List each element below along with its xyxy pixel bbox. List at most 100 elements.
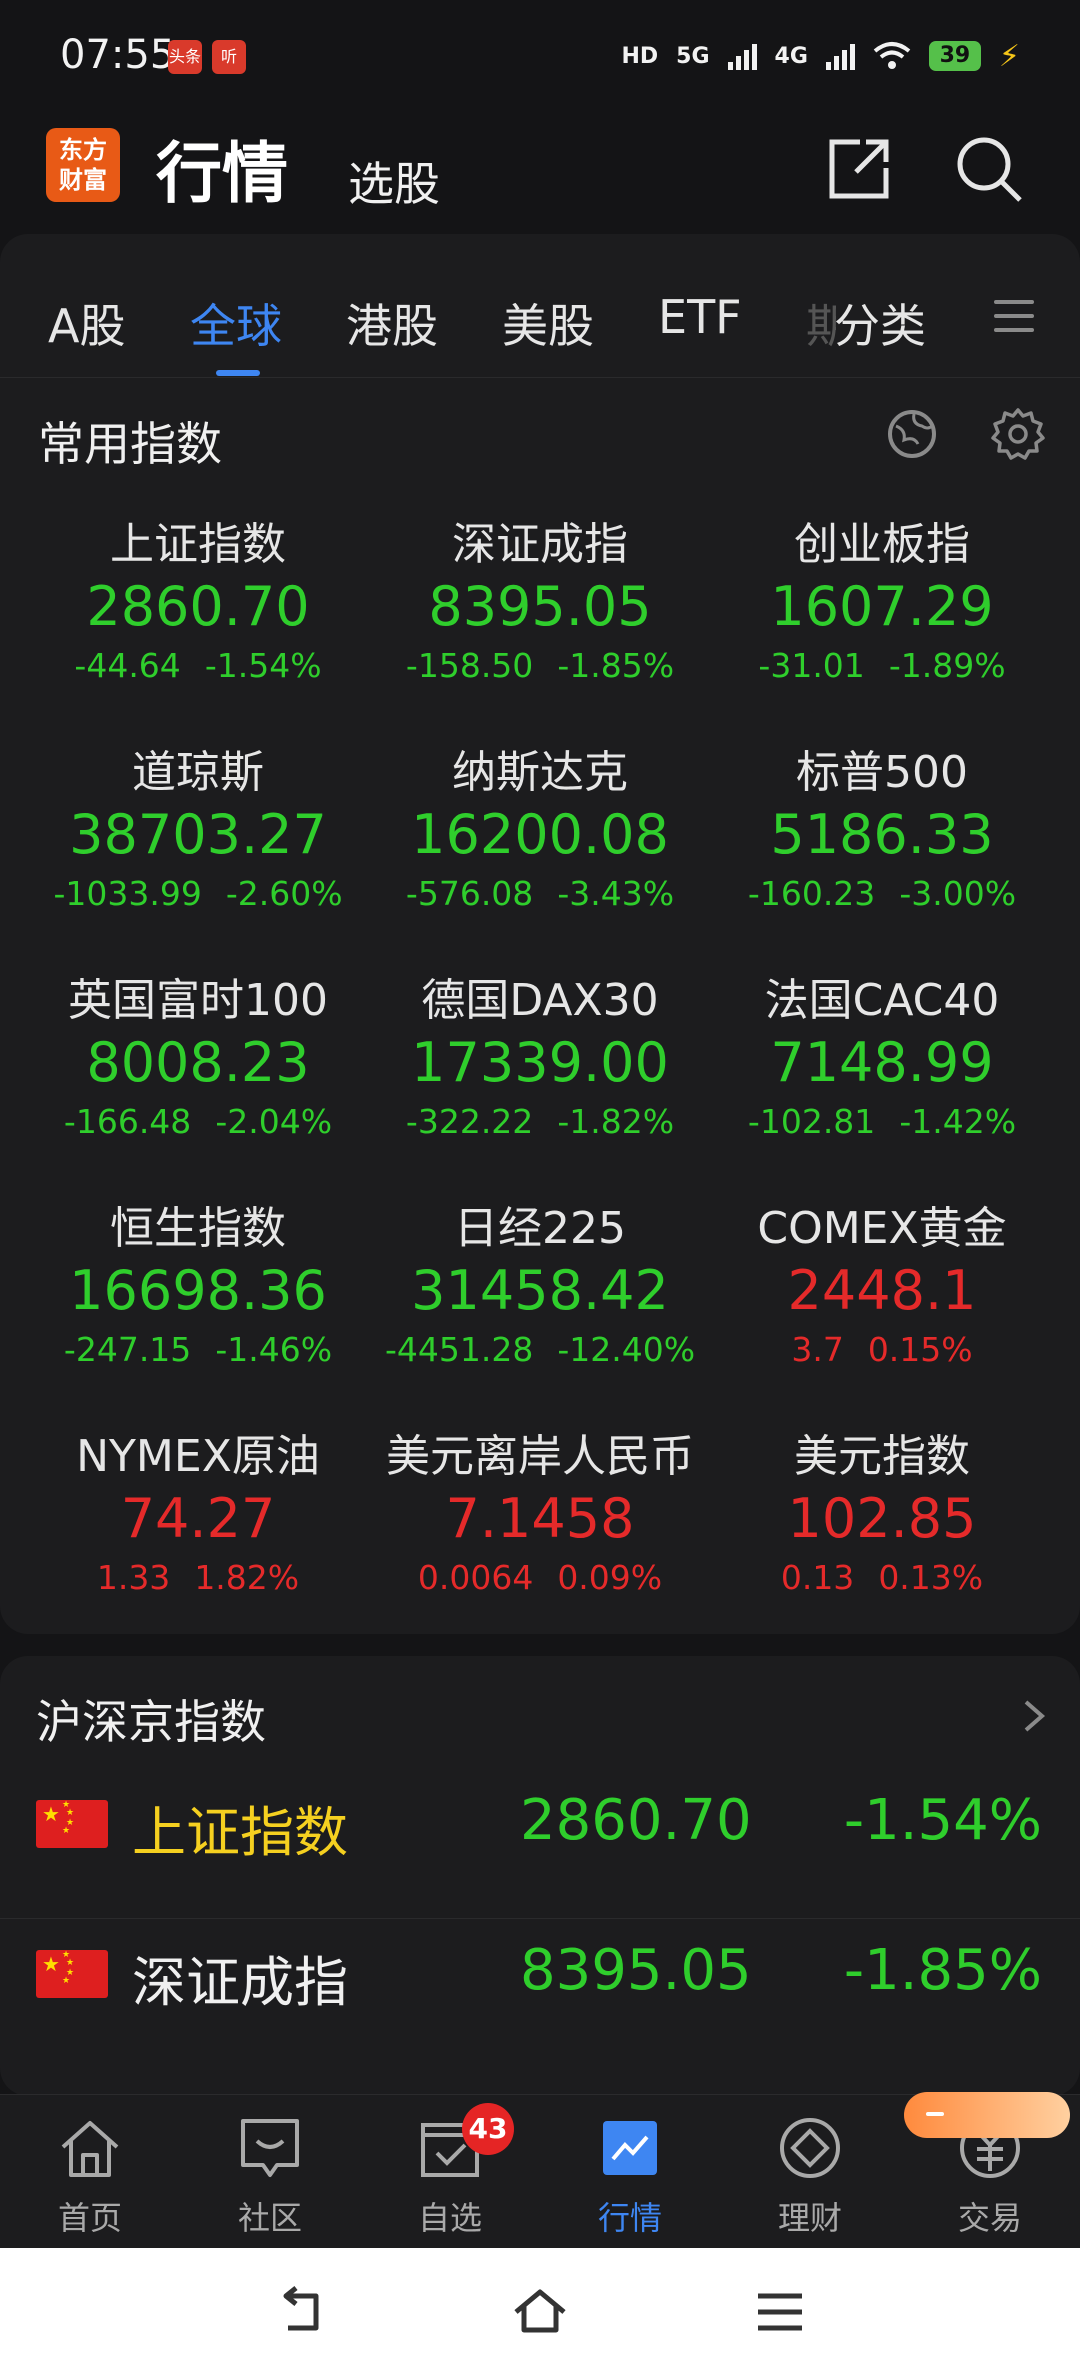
hsj-row-price: 2860.70 (520, 1788, 752, 1853)
back-icon[interactable] (270, 2282, 330, 2342)
index-change-row: -160.23 -3.00% (702, 866, 1062, 922)
index-card[interactable]: 标普500 5186.33 -160.23 -3.00% (702, 742, 1062, 970)
index-change: -166.48 (63, 1102, 192, 1141)
hd-icon: HD (621, 43, 659, 69)
index-price: 8008.23 (86, 1031, 310, 1094)
index-change-row: -31.01 -1.89% (702, 638, 1062, 694)
index-name: 日经225 (454, 1203, 626, 1254)
stock-picker-tab[interactable]: 选股 (348, 148, 440, 214)
tab-us-stocks[interactable]: 美股 (502, 290, 594, 356)
globe-icon[interactable] (884, 406, 940, 462)
index-name: 法国CAC40 (764, 975, 1000, 1026)
chevron-right-icon[interactable] (1016, 1696, 1052, 1736)
tab-partial[interactable]: 期 (806, 290, 836, 356)
settings-gear-icon[interactable] (990, 406, 1046, 462)
toutiao-notification-icon: 头条 (168, 40, 202, 74)
home-button-icon[interactable] (510, 2282, 570, 2342)
index-name: 深证成指 (452, 519, 628, 570)
hsj-row-shanghai[interactable]: ★ ★ ★ ★ ★ 上证指数 2860.70 -1.54% (0, 1748, 1080, 1898)
index-price: 1607.29 (770, 575, 994, 638)
active-tab-indicator (216, 370, 260, 376)
index-card[interactable]: 道琼斯 38703.27 -1033.99 -2.60% (18, 742, 378, 970)
index-card[interactable]: 英国富时100 8008.23 -166.48 -2.04% (18, 970, 378, 1198)
index-change: -4451.28 (384, 1330, 534, 1369)
index-price: 8395.05 (428, 575, 652, 638)
nav-community[interactable]: 社区 (180, 2095, 360, 2249)
share-icon[interactable] (822, 132, 896, 206)
hsj-indices-panel: 沪深京指数 ★ ★ ★ ★ ★ 上证指数 2860.70 -1.54% ★ ★ … (0, 1656, 1080, 2096)
floating-trade-pill[interactable] (904, 2092, 1070, 2138)
index-change-pct: -1.89% (888, 646, 1006, 685)
index-change-pct: 0.13% (878, 1558, 984, 1597)
recents-menu-icon[interactable] (750, 2282, 810, 2342)
index-card[interactable]: NYMEX原油 74.27 1.33 1.82% (18, 1426, 378, 1654)
nav-wealth[interactable]: 理财 (720, 2095, 900, 2249)
index-name: NYMEX原油 (76, 1431, 320, 1482)
index-name: 道琼斯 (132, 747, 264, 798)
index-name: 纳斯达克 (452, 747, 628, 798)
index-change-row: -102.81 -1.42% (702, 1094, 1062, 1150)
index-price: 2860.70 (86, 575, 310, 638)
china-flag-icon: ★ ★ ★ ★ ★ (36, 1800, 108, 1848)
index-card[interactable]: 恒生指数 16698.36 -247.15 -1.46% (18, 1198, 378, 1426)
index-change-pct: -2.04% (215, 1102, 333, 1141)
index-name: 标普500 (796, 747, 968, 798)
tab-menu-icon[interactable] (994, 300, 1034, 342)
index-change: -31.01 (758, 646, 865, 685)
index-price: 7.1458 (445, 1487, 635, 1550)
nav-label: 行情 (597, 2199, 662, 2237)
index-change-pct: -1.42% (899, 1102, 1017, 1141)
index-card[interactable]: 上证指数 2860.70 -44.64 -1.54% (18, 514, 378, 742)
index-change-row: -576.08 -3.43% (360, 866, 720, 922)
status-indicators: HD 5G 4G 39 ⚡ (621, 36, 1020, 76)
tab-etf[interactable]: ETF (658, 290, 742, 344)
index-change-row: 1.33 1.82% (18, 1550, 378, 1606)
page-title[interactable]: 行情 (156, 120, 288, 216)
index-card[interactable]: 深证成指 8395.05 -158.50 -1.85% (360, 514, 720, 742)
index-change: -44.64 (74, 646, 181, 685)
index-price: 16698.36 (69, 1259, 327, 1322)
nav-home[interactable]: 首页 (0, 2095, 180, 2249)
hsj-row-shenzhen[interactable]: ★ ★ ★ ★ ★ 深证成指 8395.05 -1.85% (0, 1898, 1080, 2048)
listen-notification-icon: 听 (212, 40, 246, 74)
signal-4g-icon (825, 42, 855, 70)
app-logo[interactable]: 东方 财富 (46, 128, 120, 202)
index-card[interactable]: 美元离岸人民币 7.1458 0.0064 0.09% (360, 1426, 720, 1654)
index-card[interactable]: 纳斯达克 16200.08 -576.08 -3.43% (360, 742, 720, 970)
index-price: 16200.08 (411, 803, 669, 866)
market-tabs: A股 全球 港股 美股 ETF 期 分类 (0, 234, 1080, 378)
hsj-row-pct: -1.54% (843, 1788, 1042, 1853)
tab-hk-stocks[interactable]: 港股 (346, 290, 438, 356)
index-card[interactable]: 美元指数 102.85 0.13 0.13% (702, 1426, 1062, 1654)
index-card[interactable]: 德国DAX30 17339.00 -322.22 -1.82% (360, 970, 720, 1198)
tab-a-share[interactable]: A股 (48, 290, 125, 356)
index-price: 2448.1 (787, 1259, 977, 1322)
nav-market[interactable]: 行情 (540, 2095, 720, 2249)
tab-category[interactable]: 分类 (834, 290, 926, 356)
index-change-pct: -1.46% (215, 1330, 333, 1369)
index-card[interactable]: 创业板指 1607.29 -31.01 -1.89% (702, 514, 1062, 742)
index-change: -247.15 (63, 1330, 192, 1369)
index-name: 恒生指数 (110, 1203, 286, 1254)
search-icon[interactable] (952, 132, 1026, 206)
5g-label: 5G (676, 43, 710, 69)
index-change-row: -322.22 -1.82% (360, 1094, 720, 1150)
index-name: COMEX黄金 (757, 1203, 1007, 1254)
index-price: 102.85 (787, 1487, 977, 1550)
hsj-indices-title[interactable]: 沪深京指数 (36, 1686, 266, 1752)
market-icon (603, 2121, 657, 2175)
nav-watchlist[interactable]: 43 自选 (360, 2095, 540, 2249)
index-change-pct: -12.40% (557, 1330, 696, 1369)
index-change: -160.23 (747, 874, 876, 913)
battery-icon: 39 (928, 41, 981, 71)
index-change: -158.50 (405, 646, 534, 685)
index-card[interactable]: COMEX黄金 2448.1 3.7 0.15% (702, 1198, 1062, 1426)
index-change-pct: 0.09% (557, 1558, 663, 1597)
index-card[interactable]: 日经225 31458.42 -4451.28 -12.40% (360, 1198, 720, 1426)
status-time: 07:55 (60, 32, 176, 78)
hsj-row-name: 上证指数 (132, 1801, 348, 1864)
index-card[interactable]: 法国CAC40 7148.99 -102.81 -1.42% (702, 970, 1062, 1198)
nav-label: 交易 (957, 2199, 1022, 2237)
tab-global[interactable]: 全球 (190, 290, 282, 356)
system-nav-bar (0, 2248, 1080, 2376)
